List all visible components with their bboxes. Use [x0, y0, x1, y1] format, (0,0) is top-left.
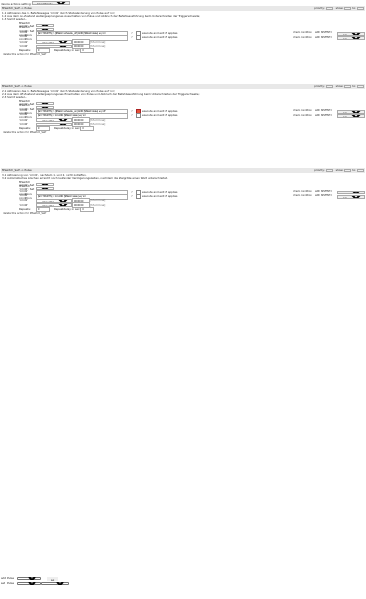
exec-label: execute and exit if applies — [142, 35, 178, 40]
priority-select[interactable]: 3 — [325, 168, 333, 173]
repeatdelay-label: Repeatdelay in sec: — [54, 125, 81, 130]
exec-label: execute and exit if applies — [142, 194, 178, 199]
check-cond-label: check condition — [293, 35, 312, 39]
check-cond-label: check condition — [293, 194, 312, 198]
section-description: 2.1 Aktivieren des 1. Befehlsweges 'cmd1… — [2, 89, 200, 100]
action-section-1: MSwitch_Self -> Pulse priority: 1 show: … — [1, 6, 365, 57]
repeatdelay-input[interactable] — [80, 125, 95, 132]
help-icon[interactable]: ? — [128, 114, 136, 117]
section-title: MSwitch_Self -> Pulse — [2, 167, 32, 172]
to-select[interactable]: - — [357, 6, 364, 11]
repeats-label: Repeats: — [19, 206, 31, 211]
show-label: show: — [335, 5, 344, 10]
repeatdelay-label: Repeatdelay in sec: — [54, 206, 81, 211]
exec-checkbox[interactable] — [136, 194, 141, 200]
repeatdelay-input[interactable] — [80, 206, 95, 213]
repeatdelay-label: Repeatdelay in sec: — [54, 47, 81, 52]
bottom-row1-device: Pulse — [7, 575, 15, 580]
show-label: show: — [335, 167, 344, 172]
bottom-row2-value-select[interactable]: sequenzNummer — [41, 581, 69, 586]
bottom-row2-select[interactable]: Enabling — [17, 581, 41, 586]
priority-select[interactable]: 2 — [325, 84, 333, 89]
check-cond-label: check condition — [293, 113, 312, 117]
device-actions-select[interactable]: Fixed Priority — [32, 1, 71, 5]
priority-label: priority: — [314, 167, 325, 172]
show-label: show: — [335, 83, 344, 88]
bottom-set-button[interactable]: set — [47, 576, 59, 582]
sev-label: with SEVENT= — [315, 35, 333, 39]
action-section-2: MSwitch_Self -> Pulse priority: 2 show: … — [1, 84, 365, 135]
to-select[interactable]: - — [357, 84, 364, 89]
to-label: to: — [352, 167, 356, 172]
exec-checkbox[interactable] — [136, 113, 141, 119]
section-title: MSwitch_Self -> Pulse — [2, 83, 32, 88]
to-select[interactable]: - — [357, 168, 364, 173]
exec-checkbox[interactable] — [136, 35, 141, 41]
sev-select[interactable]: temperature:16 — [337, 36, 365, 40]
section-title: MSwitch_Self -> Pulse — [2, 5, 32, 10]
sev-select[interactable]: temperature:16 — [337, 195, 365, 199]
sev-label: with SEVENT= — [315, 31, 333, 35]
delay-select[interactable]: delay with Cond-check immediately and de… — [36, 40, 72, 44]
delete-action-link[interactable]: delete this action for MSwitch_Self — [1, 53, 365, 58]
repeatdelay-input[interactable] — [80, 47, 95, 54]
to-label: to: — [352, 83, 356, 88]
sev-select[interactable]: temperature:16 — [337, 114, 365, 118]
exec-label: execute and exit if applies — [142, 113, 178, 118]
delete-action-link[interactable]: delete this action for MSwitch_Self — [1, 131, 365, 136]
priority-select[interactable]: 1 — [325, 6, 333, 11]
bottom-controls: add Pulse schwelle_off set set Pulse Ena… — [1, 576, 69, 586]
delay-select[interactable]: delay with Cond-check immediately and de… — [36, 118, 72, 122]
help-icon[interactable]: ? — [128, 195, 136, 198]
priority-label: priority: — [314, 5, 325, 10]
show-select[interactable]: 3 — [344, 168, 352, 173]
delete-action-link[interactable]: delete this action for MSwitch_Self — [1, 212, 365, 217]
delay-select[interactable]: delay with Cond-check immediately and de… — [36, 199, 72, 203]
section-description: 3.1 Aktivierung von 'cmd1', nachdem 1. u… — [2, 173, 168, 181]
to-label: to: — [352, 5, 356, 10]
sev-select[interactable]: temperature:16 — [337, 190, 365, 195]
cmd1-select[interactable]: on — [36, 23, 54, 28]
sev-label: with SEVENT= — [315, 194, 333, 198]
sev-select[interactable]: temperature:16 — [337, 110, 365, 114]
bottom-row1-select[interactable]: schwelle_off — [17, 576, 41, 581]
help-icon[interactable]: ? — [128, 36, 136, 39]
sev-label: with SEVENT= — [315, 113, 333, 117]
bottom-row2-device: Pulse — [7, 580, 15, 585]
action-section-3: MSwitch_Self -> Pulse priority: 3 show: … — [1, 168, 365, 216]
check-cond-label: check condition — [293, 109, 312, 113]
show-select[interactable]: 2 — [344, 84, 352, 89]
sev-label: with SEVENT= — [315, 109, 333, 113]
repeats-label: Repeats: — [19, 125, 31, 130]
sev-select[interactable]: temperature:16 — [337, 32, 365, 36]
show-select[interactable]: 1 — [344, 6, 352, 11]
section-description: 1.1 Aktivieren des 1. Befehlsweges 'cmd1… — [2, 11, 201, 22]
check-cond-label: check condition — [293, 31, 312, 35]
cmd1-select[interactable]: no_action — [36, 182, 54, 187]
repeats-label: Repeats: — [19, 47, 31, 52]
priority-label: priority: — [314, 83, 325, 88]
cmd1-select[interactable]: on — [36, 101, 54, 106]
